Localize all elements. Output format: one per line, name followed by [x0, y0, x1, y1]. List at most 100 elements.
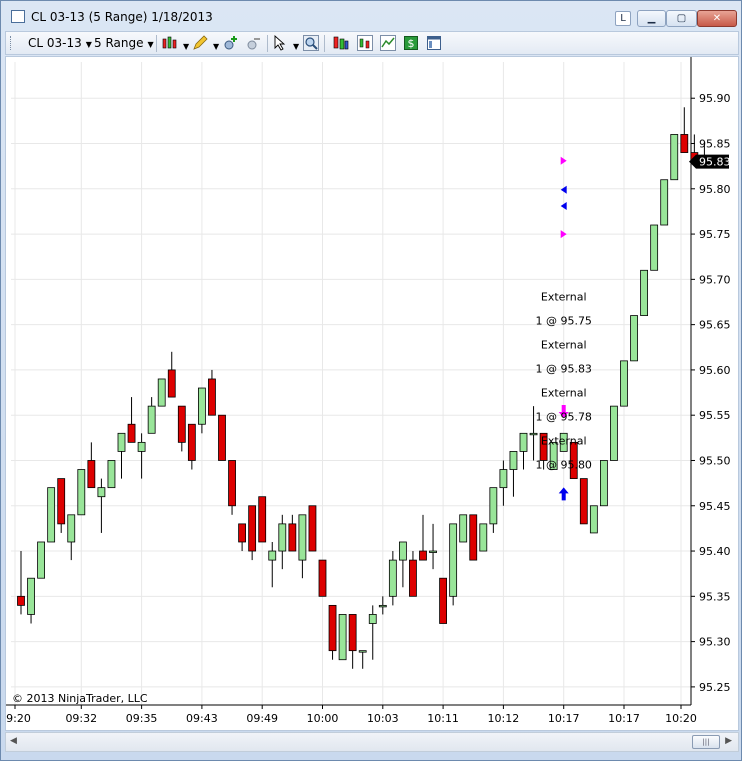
- properties-icon[interactable]: [426, 35, 442, 51]
- candle-body: [77, 469, 86, 516]
- strategies-icon[interactable]: [380, 35, 396, 51]
- candle-bar: [650, 224, 659, 271]
- candle-bar: [328, 604, 337, 660]
- candle-bar: [610, 405, 618, 461]
- candle-body: [620, 360, 628, 407]
- y-tick-label: 95.70: [699, 273, 731, 286]
- candle-bar: [117, 432, 126, 479]
- candle-bar: [248, 505, 257, 561]
- instrument-selector[interactable]: CL 03-13 ▼: [28, 36, 92, 50]
- horizontal-scrollbar[interactable]: ◀ ||| ▶: [5, 732, 739, 752]
- candle-bar: [509, 451, 518, 497]
- candle-body: [489, 487, 498, 525]
- zoom-out-icon[interactable]: [246, 35, 262, 51]
- candle-body: [459, 514, 468, 543]
- candle-body: [610, 405, 618, 461]
- candle-body: [660, 179, 669, 226]
- x-tick-label: 09:43: [186, 712, 218, 725]
- candle-bar: [388, 551, 397, 606]
- bar-style-icon[interactable]: [162, 35, 178, 51]
- candle-bar: [87, 442, 96, 489]
- y-tick-label: 95.50: [699, 454, 731, 467]
- candle-body: [67, 514, 76, 543]
- candle-bar: [519, 432, 528, 470]
- candle-bar: [27, 577, 35, 624]
- x-tick-label: 09:32: [65, 712, 97, 725]
- x-tick-label: 10:03: [367, 712, 399, 725]
- magnifier-icon[interactable]: [303, 35, 319, 51]
- scrollbar-thumb[interactable]: |||: [692, 735, 720, 749]
- candle-body: [338, 614, 347, 661]
- candle-body: [167, 369, 176, 398]
- candle-body: [439, 577, 448, 624]
- y-tick-label: 95.65: [699, 319, 731, 332]
- signal-label: 1 @ 95.78: [535, 410, 591, 423]
- x-tick-label: 09:20: [6, 712, 31, 725]
- candle-bar: [378, 596, 387, 615]
- link-button[interactable]: L: [615, 11, 631, 26]
- chart-panel[interactable]: 95.90 95.85 95.80 95.75 95.70 95.65 95.60 95.55…: [5, 56, 739, 731]
- candle-body: [449, 523, 458, 597]
- signal-label: 1 @ 95.83: [535, 362, 591, 375]
- candle-bar: [57, 478, 66, 533]
- signal-label: 1 @ 95.80: [535, 458, 591, 471]
- x-tick-label: 10:11: [427, 712, 459, 725]
- price-chart[interactable]: 95.90 95.85 95.80 95.75 95.70 95.65 95.60 95.55…: [6, 57, 738, 730]
- candle-bar: [37, 541, 46, 579]
- x-tick-label: 10:00: [307, 712, 339, 725]
- candle-bar: [358, 650, 367, 669]
- candle-body: [479, 523, 488, 552]
- y-tick-label: 95.55: [699, 409, 731, 422]
- candle-body: [147, 405, 156, 434]
- drawing-dropdown[interactable]: ▼: [209, 38, 219, 52]
- indicators-icon[interactable]: [357, 35, 373, 51]
- candle-body: [47, 487, 56, 543]
- candle-bar: [258, 496, 267, 543]
- x-tick-label: 09:49: [246, 712, 278, 725]
- data-box-icon[interactable]: [333, 35, 349, 51]
- chart-toolbar: CL 03-13 ▼ 5 Range ▼ ▼ ▼ ▼ $: [5, 31, 739, 55]
- candle-bar: [348, 614, 357, 669]
- candle-bar: [429, 523, 437, 570]
- candle-bar: [680, 107, 689, 153]
- candle-body: [288, 523, 297, 552]
- candle-body: [640, 269, 648, 316]
- candle-body: [358, 650, 367, 653]
- candle-body: [398, 541, 407, 561]
- drawing-pencil-icon[interactable]: [192, 35, 208, 51]
- candle-body: [630, 315, 638, 362]
- y-tick-label: 95.30: [699, 636, 731, 649]
- pointer-icon[interactable]: [272, 35, 288, 51]
- candle-body: [589, 505, 598, 534]
- candle-body: [308, 505, 317, 552]
- close-button[interactable]: ✕: [697, 10, 737, 27]
- scroll-right-icon[interactable]: ▶: [725, 736, 732, 746]
- y-tick-label: 95.60: [699, 364, 731, 377]
- maximize-button[interactable]: ▢: [666, 10, 697, 27]
- candle-body: [117, 432, 126, 452]
- candle-body: [57, 478, 66, 525]
- toolbar-separator: [156, 35, 157, 52]
- pointer-dropdown[interactable]: ▼: [289, 38, 299, 52]
- y-tick-label: 95.35: [699, 590, 731, 603]
- bar-style-dropdown[interactable]: ▼: [179, 38, 189, 52]
- candle-bar: [127, 397, 136, 443]
- candle-body: [328, 604, 337, 652]
- candle-bar: [47, 487, 56, 543]
- candle-bar: [398, 541, 407, 588]
- minimize-button[interactable]: ▁: [637, 10, 666, 27]
- x-tick-label: 10:12: [488, 712, 520, 725]
- candle-bar: [489, 487, 498, 533]
- signal-label: External: [541, 386, 587, 399]
- candle-body: [127, 423, 136, 443]
- svg-text:$: $: [408, 37, 415, 50]
- period-selector[interactable]: 5 Range ▼: [94, 36, 154, 50]
- zoom-in-icon[interactable]: [223, 35, 239, 51]
- orders-icon[interactable]: $: [403, 35, 419, 51]
- chevron-down-icon: ▼: [147, 40, 154, 49]
- candle-body: [238, 523, 247, 543]
- candle-bar: [17, 551, 25, 615]
- scroll-left-icon[interactable]: ◀: [10, 736, 17, 746]
- candle-bar: [579, 478, 588, 525]
- candle-bar: [177, 405, 186, 452]
